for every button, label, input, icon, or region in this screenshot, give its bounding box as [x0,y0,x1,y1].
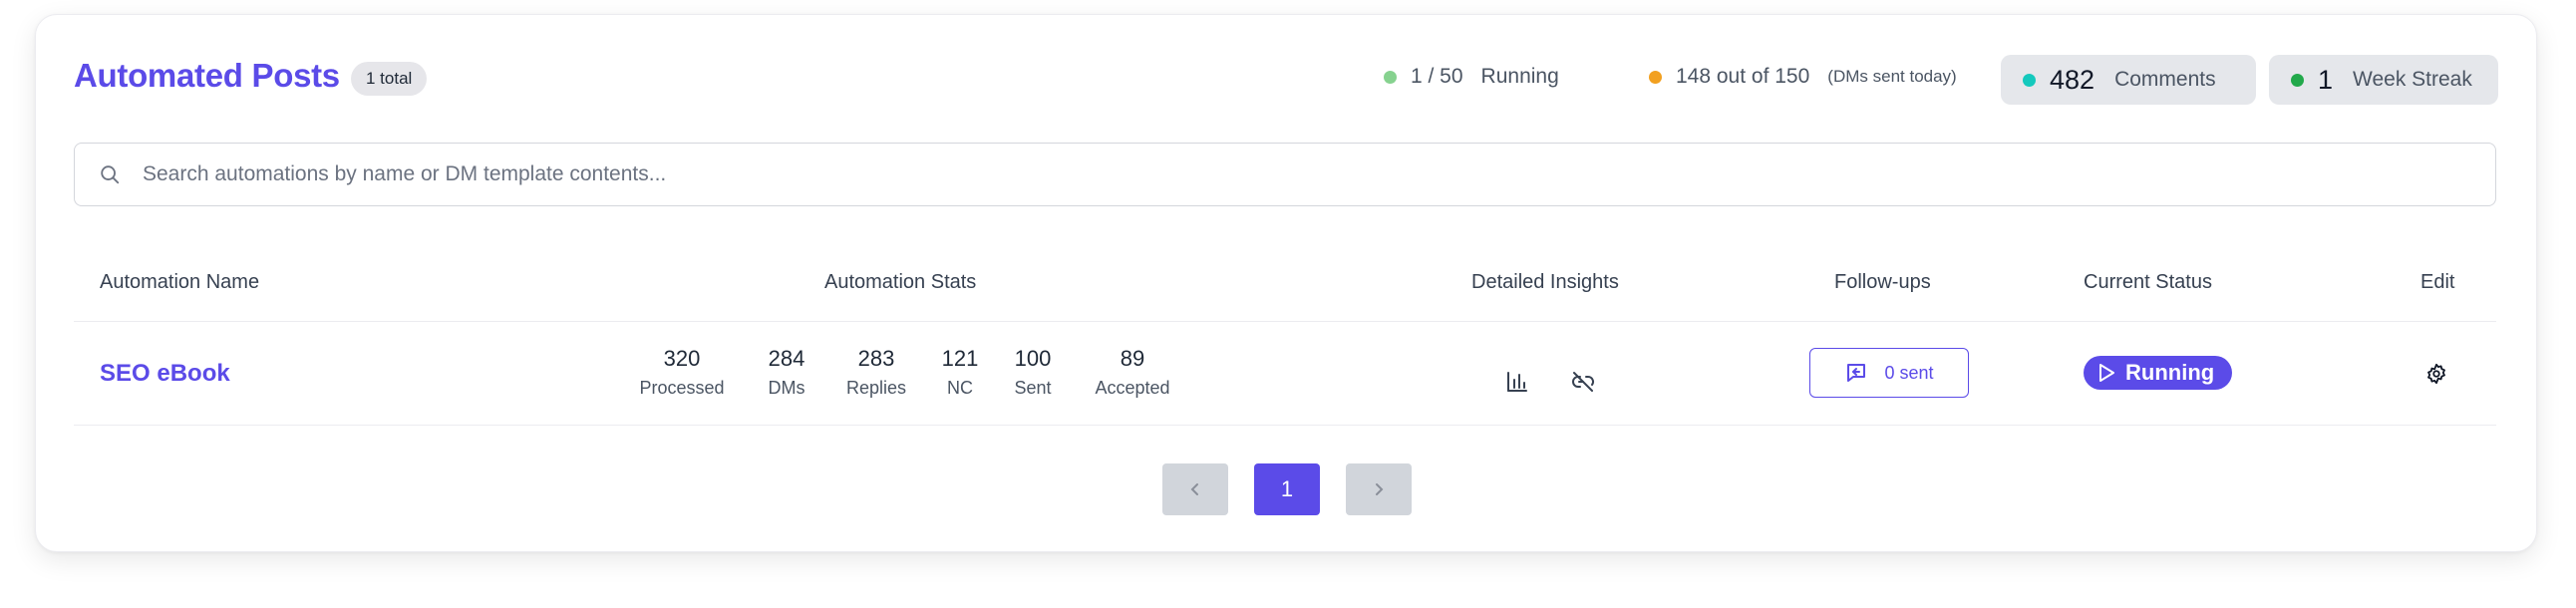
search-icon [99,163,121,185]
column-header-stats: Automation Stats [824,271,977,293]
streak-label: Week Streak [2353,68,2472,91]
gear-icon[interactable] [2425,363,2447,385]
pagination-page-1[interactable]: 1 [1254,463,1320,515]
stat-label: Processed [639,378,725,398]
unlink-icon[interactable] [1571,370,1595,394]
status-label: Running [2125,360,2215,385]
automation-name-link[interactable]: SEO eBook [100,360,230,388]
stat-value: 284 [768,346,805,371]
streak-dot-icon [2291,73,2304,87]
stat-accepted: 89 Accepted [1095,344,1169,402]
stat-processed: 320 Processed [639,344,724,402]
message-reply-icon [1847,364,1866,382]
week-streak-pill: 1 Week Streak [2269,55,2498,105]
followups-button[interactable]: 0 sent [1809,348,1969,398]
column-header-followups: Follow-ups [1834,271,1931,293]
running-label: Running [1480,65,1559,88]
row-divider [74,425,2496,426]
running-count: 1 / 50 [1411,65,1463,88]
column-header-name: Automation Name [100,271,260,293]
total-count-badge: 1 total [351,62,428,96]
comments-dot-icon [2023,73,2036,87]
pagination-next-button[interactable] [1346,463,1412,515]
chevron-left-icon [1190,483,1198,495]
followups-count: 0 sent [1884,362,1934,383]
automated-posts-card: Automated Posts 1 total 1 / 50 Running 1… [35,14,2537,552]
search-bar [74,143,2496,206]
dm-status-dot-icon [1649,70,1662,84]
dms-sent-note: (DMs sent today) [1827,67,1957,86]
page-title: Automated Posts [74,57,340,94]
search-input[interactable] [141,161,2495,187]
stat-label: Accepted [1095,378,1170,398]
comments-count: 482 [2050,64,2095,95]
chevron-right-icon [1376,483,1384,495]
bar-chart-icon[interactable] [1505,370,1529,394]
status-badge[interactable]: Running [2084,356,2233,390]
pagination-prev-button[interactable] [1162,463,1228,515]
stat-dms: 284 DMs [769,344,805,402]
stat-label: Sent [1014,378,1052,398]
stat-replies: 283 Replies [846,344,906,402]
daily-dm-stat: 148 out of 150 (DMs sent today) [1649,65,1957,89]
column-header-edit: Edit [2420,271,2455,293]
streak-count: 1 [2318,64,2334,95]
header-divider [74,321,2496,322]
play-icon [2099,364,2114,382]
stat-nc: 121 NC [942,344,979,402]
stat-value: 89 [1120,346,1145,371]
comments-label: Comments [2114,68,2216,91]
column-header-insights: Detailed Insights [1471,271,1619,293]
column-header-status: Current Status [2084,271,2212,293]
stat-value: 100 [1014,346,1052,371]
stat-label: NC [947,378,973,398]
stat-label: DMs [768,378,805,398]
stat-label: Replies [845,378,907,398]
running-stat: 1 / 50 Running [1384,65,1559,89]
stat-value: 121 [941,346,979,371]
stat-value: 283 [857,346,895,371]
comments-pill: 482 Comments [2001,55,2256,105]
stat-value: 320 [663,346,701,371]
running-status-dot-icon [1384,70,1397,84]
stat-sent: 100 Sent [1014,344,1051,402]
dms-sent-count: 148 out of 150 [1676,65,1810,88]
